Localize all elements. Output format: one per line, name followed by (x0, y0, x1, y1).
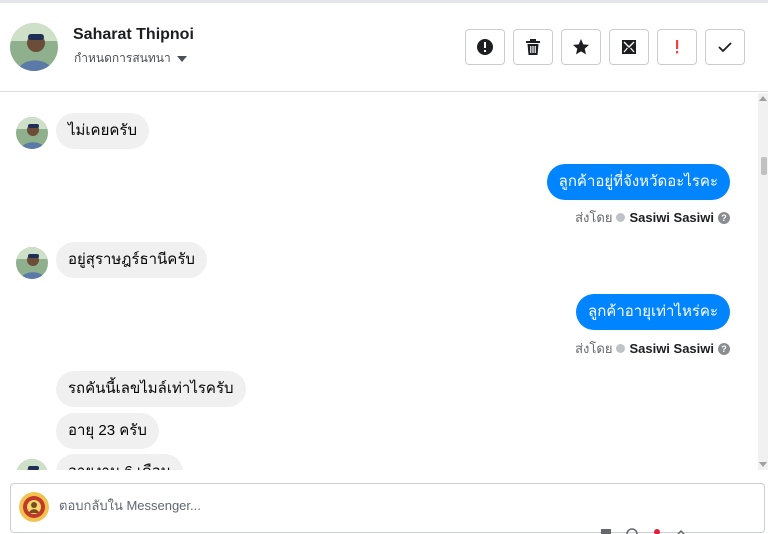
sent-by-info: ส่งโดย Sasiwi Sasiwi ? (575, 207, 730, 228)
sent-by-info: ส่งโดย Sasiwi Sasiwi ? (575, 338, 730, 359)
mark-spam-button[interactable] (465, 29, 505, 65)
contact-avatar[interactable] (10, 23, 58, 71)
exclamation-icon (676, 40, 679, 54)
seen-check-icon (616, 213, 626, 222)
incoming-message[interactable]: อายุงาน 6 เดือน (56, 454, 184, 470)
incoming-message[interactable]: ไม่เคยครับ (56, 113, 149, 149)
reply-composer[interactable] (10, 483, 765, 533)
outgoing-message[interactable]: ลูกค้าอยู่ที่จังหวัดอะไรคะ (546, 164, 730, 200)
assign-conversation-label: กำหนดการสนทนา (74, 51, 171, 65)
follow-up-button[interactable] (657, 29, 697, 65)
emoji-icon[interactable] (626, 528, 638, 534)
delete-button[interactable] (513, 29, 553, 65)
mark-done-button[interactable] (705, 29, 745, 65)
conversation-header: Saharat Thipnoi กำหนดการสนทนา (0, 3, 768, 92)
seen-check-icon (616, 344, 626, 353)
notification-dot-icon (654, 529, 660, 534)
help-icon[interactable]: ? (718, 342, 730, 355)
star-button[interactable] (561, 29, 601, 65)
alert-circle-icon (477, 39, 493, 55)
conversation-actions (465, 29, 745, 65)
page-avatar (19, 492, 49, 522)
incoming-message[interactable]: รถคันนี้เลขไมล์เท่าไรครับ (56, 371, 246, 407)
help-icon[interactable]: ? (718, 211, 730, 224)
check-icon (718, 42, 732, 53)
more-icon[interactable] (676, 528, 686, 534)
attachment-icon[interactable] (600, 528, 612, 534)
caret-down-icon (176, 56, 187, 62)
incoming-message[interactable]: อายุ 23 ครับ (56, 413, 159, 449)
mark-unread-button[interactable] (609, 29, 649, 65)
sent-by-label: ส่งโดย (575, 210, 613, 225)
star-icon (573, 39, 589, 55)
envelope-icon (622, 40, 636, 54)
sent-by-label: ส่งโดย (575, 341, 613, 356)
sender-name[interactable]: Sasiwi Sasiwi (629, 210, 714, 225)
sender-avatar (16, 117, 48, 149)
contact-name[interactable]: Saharat Thipnoi (73, 26, 194, 44)
scroll-down-arrow-icon[interactable] (759, 462, 767, 467)
trash-icon (526, 39, 540, 55)
sender-avatar (16, 247, 48, 279)
thread-scrollbar[interactable] (758, 93, 768, 470)
composer-area (0, 470, 768, 534)
scroll-up-arrow-icon[interactable] (759, 96, 767, 101)
scroll-thumb[interactable] (761, 157, 767, 175)
sender-avatar (16, 459, 48, 470)
reply-input[interactable] (59, 498, 559, 513)
sender-name[interactable]: Sasiwi Sasiwi (629, 341, 714, 356)
composer-tools (600, 528, 752, 534)
incoming-message[interactable]: อยู่สุราษฎร์ธานีครับ (56, 242, 207, 278)
outgoing-message[interactable]: ลูกค้าอายุเท่าไหร่คะ (576, 294, 730, 330)
assign-conversation-dropdown[interactable]: กำหนดการสนทนา (74, 49, 187, 68)
message-thread[interactable]: ไม่เคยครับ ลูกค้าอยู่ที่จังหวัดอะไรคะ ส่… (0, 93, 758, 470)
